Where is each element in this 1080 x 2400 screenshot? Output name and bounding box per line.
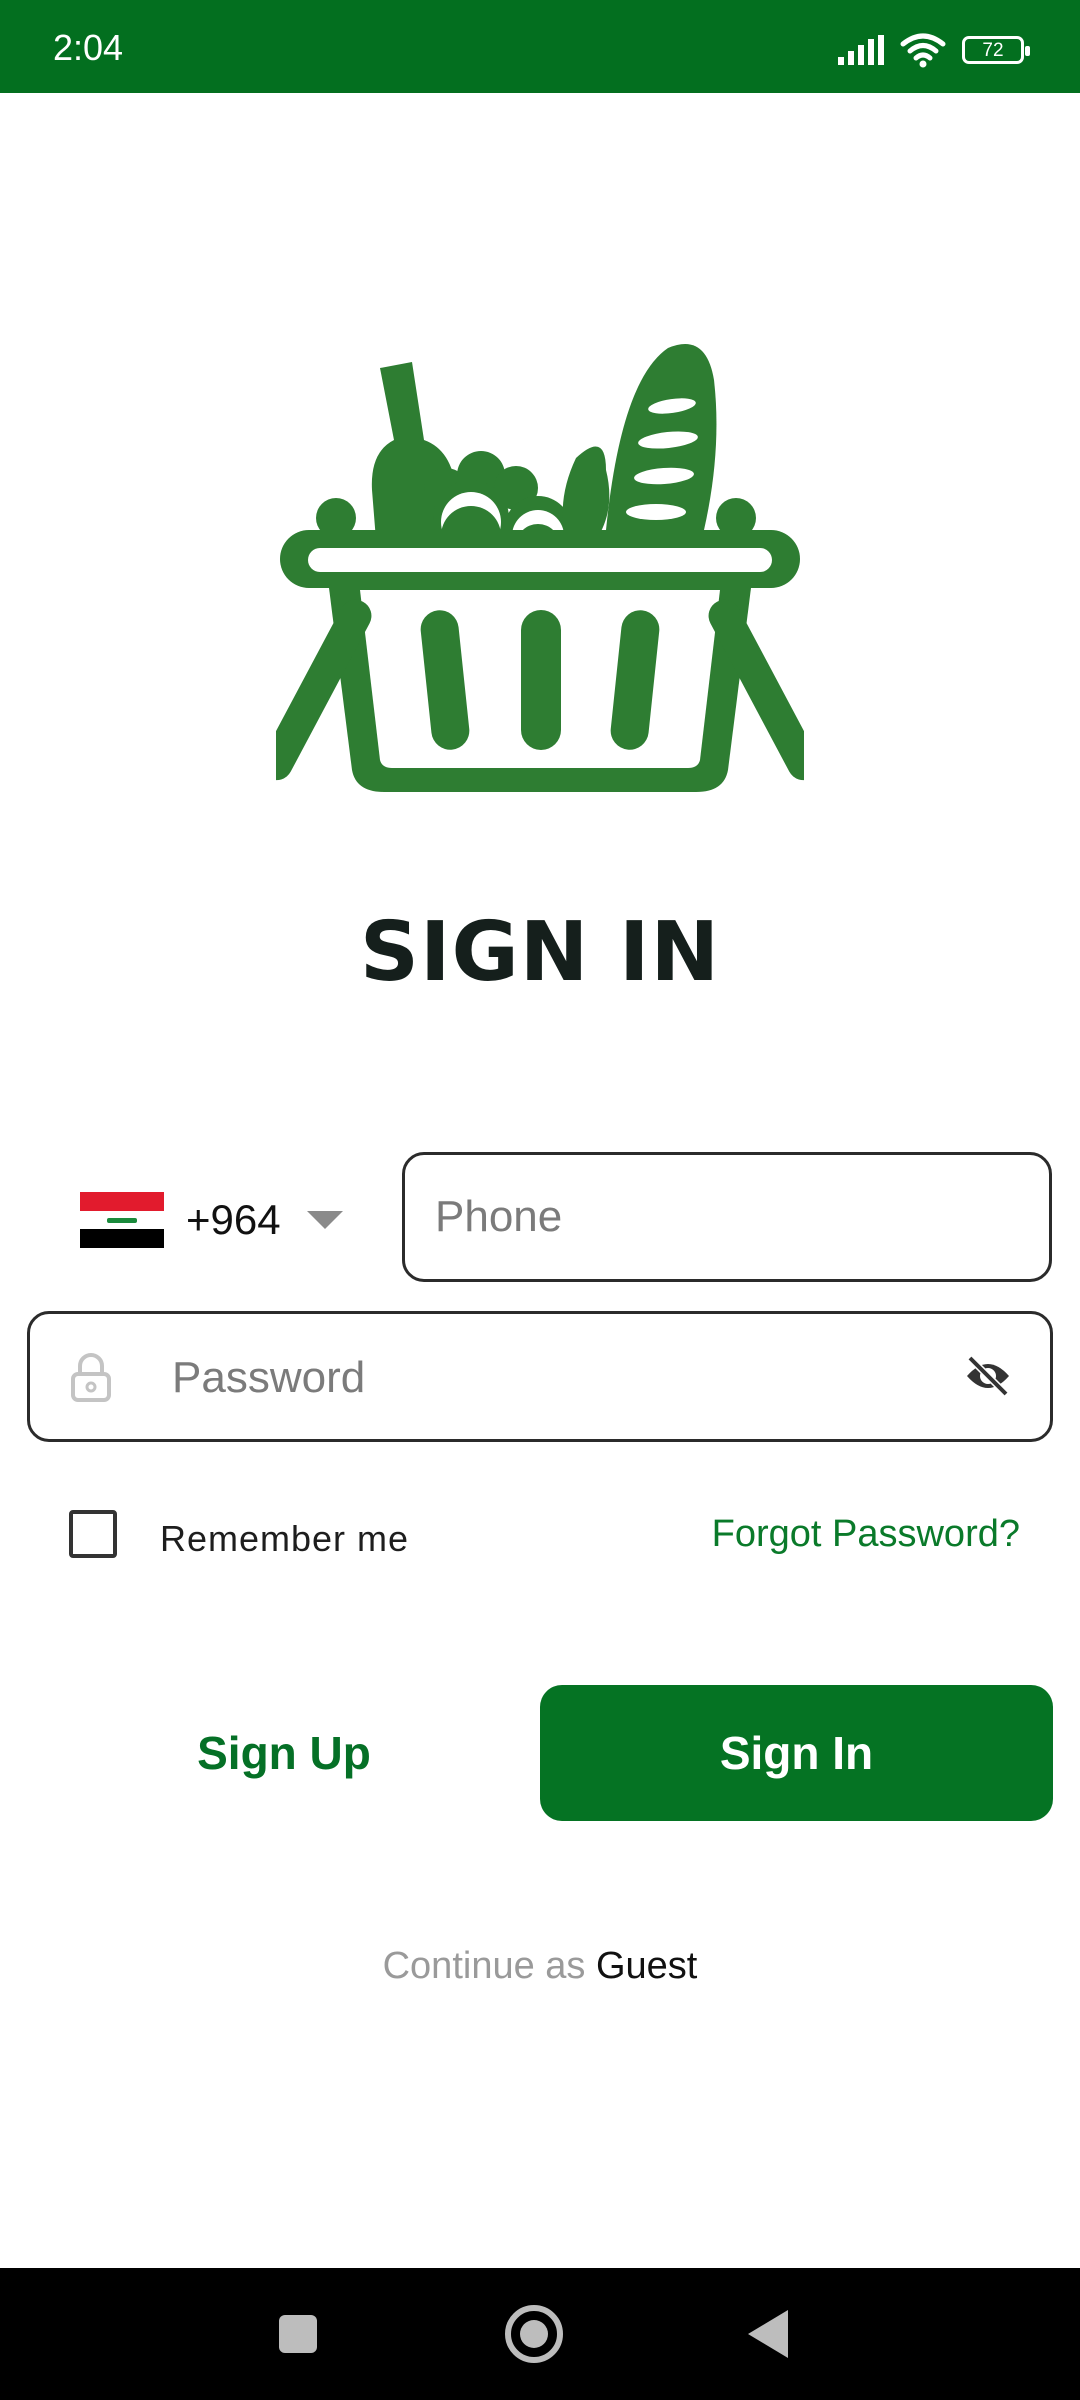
back-icon[interactable] (748, 2310, 788, 2358)
remember-me-checkbox[interactable] (69, 1510, 117, 1558)
password-input[interactable] (170, 1314, 1080, 1441)
status-time: 2:04 (53, 27, 124, 68)
home-icon[interactable] (505, 2305, 563, 2363)
status-icons: 72 (838, 30, 1030, 70)
grocery-basket-icon (276, 344, 804, 792)
wifi-icon (900, 33, 946, 68)
guest-link[interactable]: Guest (596, 1945, 697, 1987)
sign-up-button[interactable]: Sign Up (60, 1685, 508, 1821)
sign-in-button[interactable]: Sign In (540, 1685, 1053, 1821)
country-code-selector[interactable]: +964 (80, 1180, 343, 1260)
forgot-password-link[interactable]: Forgot Password? (712, 1513, 1020, 1556)
remember-me-label: Remember me (160, 1518, 410, 1559)
iraq-flag-icon (80, 1192, 164, 1249)
phone-input[interactable] (405, 1155, 1049, 1279)
chevron-down-icon (306, 1211, 343, 1229)
battery-icon: 72 (962, 36, 1030, 64)
country-code: +964 (186, 1196, 281, 1243)
page-title: SIGN IN (359, 905, 721, 1000)
eye-off-icon[interactable] (964, 1354, 1012, 1398)
recents-icon[interactable] (279, 2315, 317, 2353)
continue-as-guest: Continue as Guest (0, 1945, 1080, 1988)
guest-prefix: Continue as (382, 1945, 586, 1987)
phone-field[interactable] (402, 1152, 1052, 1282)
password-field[interactable] (27, 1311, 1080, 1442)
battery-level: 72 (982, 39, 1004, 61)
lock-icon (71, 1353, 111, 1402)
signal-icon (838, 35, 884, 65)
